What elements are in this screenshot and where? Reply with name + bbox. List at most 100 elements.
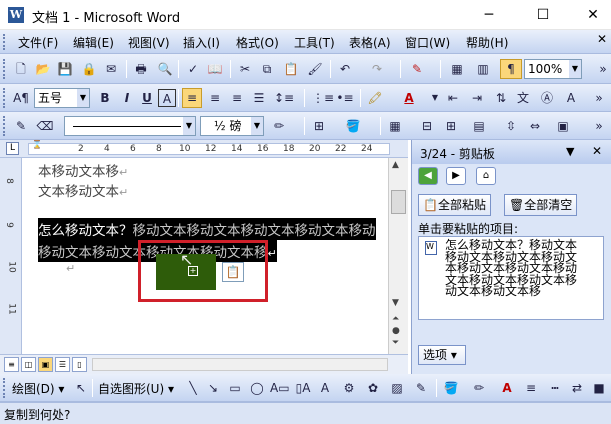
font-size-select[interactable]: 五号 ▼ — [34, 88, 90, 108]
arrow-tool-icon[interactable]: ↘ — [204, 379, 222, 397]
format-picture-icon[interactable]: ✎ — [412, 379, 430, 397]
fill-color-icon[interactable]: 🪣 — [442, 379, 460, 397]
shading-color-icon[interactable]: 🪣 — [344, 117, 362, 135]
print-view-icon[interactable]: ▣ — [38, 357, 53, 372]
new-icon[interactable]: 🗋 — [12, 60, 30, 78]
align-center-icon[interactable]: ≡ — [206, 89, 224, 107]
vertical-textbox-icon[interactable]: ▯A — [294, 379, 312, 397]
toolbar-options-icon[interactable]: » — [590, 89, 608, 107]
menu-format[interactable]: 格式(O) — [236, 34, 279, 51]
reading-view-icon[interactable]: ▯ — [72, 357, 87, 372]
autofit-icon[interactable]: ▣ — [554, 117, 572, 135]
back-icon[interactable]: ◀ — [418, 167, 438, 185]
bold-button[interactable]: B — [96, 89, 114, 107]
print-icon[interactable]: 🖶 — [132, 60, 150, 78]
font-color-button[interactable]: A — [400, 89, 418, 107]
picture-icon[interactable]: ▨ — [388, 379, 406, 397]
menu-file[interactable]: 文件(F) — [18, 34, 58, 51]
menu-grip[interactable] — [3, 34, 6, 50]
home-icon[interactable]: ⌂ — [476, 167, 496, 185]
line-style-icon[interactable]: ≡ — [522, 379, 540, 397]
format-painter-icon[interactable]: 🖌 — [306, 60, 324, 78]
text-line[interactable]: 文本移动文本↵ — [38, 180, 128, 200]
rectangle-tool-icon[interactable]: ▭ — [226, 379, 244, 397]
toolbar-options-icon[interactable]: » — [590, 117, 608, 135]
outline-view-icon[interactable]: ☰ — [55, 357, 70, 372]
menu-table[interactable]: 表格(A) — [349, 34, 391, 51]
line-spacing-icon[interactable]: ↕≡ — [274, 89, 294, 107]
research-icon[interactable]: 📖 — [206, 60, 224, 78]
phonetic-guide-icon[interactable]: 文 — [514, 89, 532, 107]
line-style-select[interactable]: ▼ — [64, 116, 196, 136]
justify-icon[interactable]: ☰ — [250, 89, 268, 107]
menu-insert[interactable]: 插入(I) — [183, 34, 220, 51]
menu-window[interactable]: 窗口(W) — [405, 34, 450, 51]
redo-icon[interactable]: ↷ — [368, 60, 386, 78]
save-icon[interactable]: 💾 — [56, 60, 74, 78]
horizontal-scrollbar[interactable] — [92, 358, 388, 371]
scroll-up-icon[interactable]: ▲ — [392, 160, 399, 170]
scroll-thumb[interactable] — [391, 190, 406, 214]
menu-tools[interactable]: 工具(T) — [294, 34, 335, 51]
chevron-down-icon[interactable]: ▼ — [426, 89, 444, 107]
cut-icon[interactable]: ✂ — [236, 60, 254, 78]
text-line[interactable]: 本移动文本移↵ — [38, 160, 128, 180]
menu-view[interactable]: 视图(V) — [128, 34, 170, 51]
autoshapes-button[interactable]: 自选图形(U) ▾ — [98, 380, 174, 397]
paste-all-button[interactable]: 📋全部粘贴 — [418, 194, 491, 216]
diagram-icon[interactable]: ⚙ — [340, 379, 358, 397]
insert-table-icon[interactable]: ▦ — [386, 117, 404, 135]
open-icon[interactable]: 📂 — [34, 60, 52, 78]
wordart-icon[interactable]: A — [316, 379, 334, 397]
scroll-down-icon[interactable]: ▼ — [392, 298, 399, 308]
align-left-icon[interactable]: ≡ — [182, 88, 202, 108]
ink-annotation-icon[interactable]: ✎ — [408, 60, 426, 78]
shadow-style-icon[interactable]: ■ — [590, 379, 608, 397]
close-doc-icon[interactable]: ✕ — [597, 32, 607, 46]
horizontal-ruler[interactable]: L ⌛ — [0, 140, 408, 158]
print-preview-icon[interactable]: 🔍 — [156, 60, 174, 78]
toolbar-grip[interactable] — [3, 59, 6, 79]
empty-paragraph[interactable]: ↵ — [66, 262, 75, 275]
document-area[interactable]: 本移动文本移↵ 文本移动文本↵ 怎么移动文本？移动文本移动文本移动文本移动文本移… — [22, 158, 388, 354]
drawing-font-color-icon[interactable]: A — [498, 379, 516, 397]
toolbar-grip[interactable] — [3, 378, 6, 398]
pane-close-icon[interactable]: ✕ — [592, 144, 602, 158]
forward-icon[interactable]: ▶ — [446, 167, 466, 185]
char-border-button[interactable]: A — [158, 89, 176, 107]
arrow-style-icon[interactable]: ⇄ — [568, 379, 586, 397]
italic-button[interactable]: I — [118, 89, 136, 107]
line-weight-select[interactable]: ½ 磅 ▼ — [200, 116, 264, 136]
tab-selector[interactable]: L — [6, 142, 19, 155]
enclose-char-icon[interactable]: Ⓐ — [538, 89, 556, 107]
split-cells-icon[interactable]: ⊞ — [442, 117, 460, 135]
next-page-icon[interactable]: ⏷ — [392, 338, 399, 348]
word-app-icon[interactable]: W — [8, 7, 24, 23]
char-shading-icon[interactable]: A — [562, 89, 580, 107]
borders-icon[interactable]: ⊞ — [310, 117, 328, 135]
draw-table-icon[interactable]: ✎ — [12, 117, 30, 135]
distribute-rows-icon[interactable]: ⇳ — [502, 117, 520, 135]
highlight-icon[interactable]: 🖍 — [366, 89, 384, 107]
toolbar-options-icon[interactable]: » — [594, 60, 611, 78]
align-cells-icon[interactable]: ▤ — [470, 117, 488, 135]
permission-icon[interactable]: 🔒 — [80, 60, 98, 78]
table-icon[interactable]: ▦ — [448, 60, 466, 78]
spelling-icon[interactable]: ✓ — [184, 60, 202, 78]
indent-marker-icon[interactable]: ⌛ — [32, 140, 42, 149]
menu-edit[interactable]: 编辑(E) — [73, 34, 114, 51]
text-direction-icon[interactable]: ⇅ — [492, 89, 510, 107]
toolbar-grip[interactable] — [3, 88, 6, 108]
prev-page-icon[interactable]: ⏶ — [392, 314, 399, 324]
menu-help[interactable]: 帮助(H) — [466, 34, 508, 51]
textbox-tool-icon[interactable]: A▭ — [270, 379, 290, 397]
border-color-icon[interactable]: ✏ — [270, 117, 288, 135]
underline-button[interactable]: U — [138, 89, 156, 107]
distribute-cols-icon[interactable]: ⇔ — [526, 117, 544, 135]
decrease-indent-icon[interactable]: ⇤ — [444, 89, 462, 107]
bullets-icon[interactable]: •≡ — [336, 89, 354, 107]
columns-icon[interactable]: ▥ — [474, 60, 492, 78]
oval-tool-icon[interactable]: ◯ — [248, 379, 266, 397]
styles-icon[interactable]: A¶ — [12, 89, 30, 107]
copy-icon[interactable]: ⧉ — [258, 60, 276, 78]
